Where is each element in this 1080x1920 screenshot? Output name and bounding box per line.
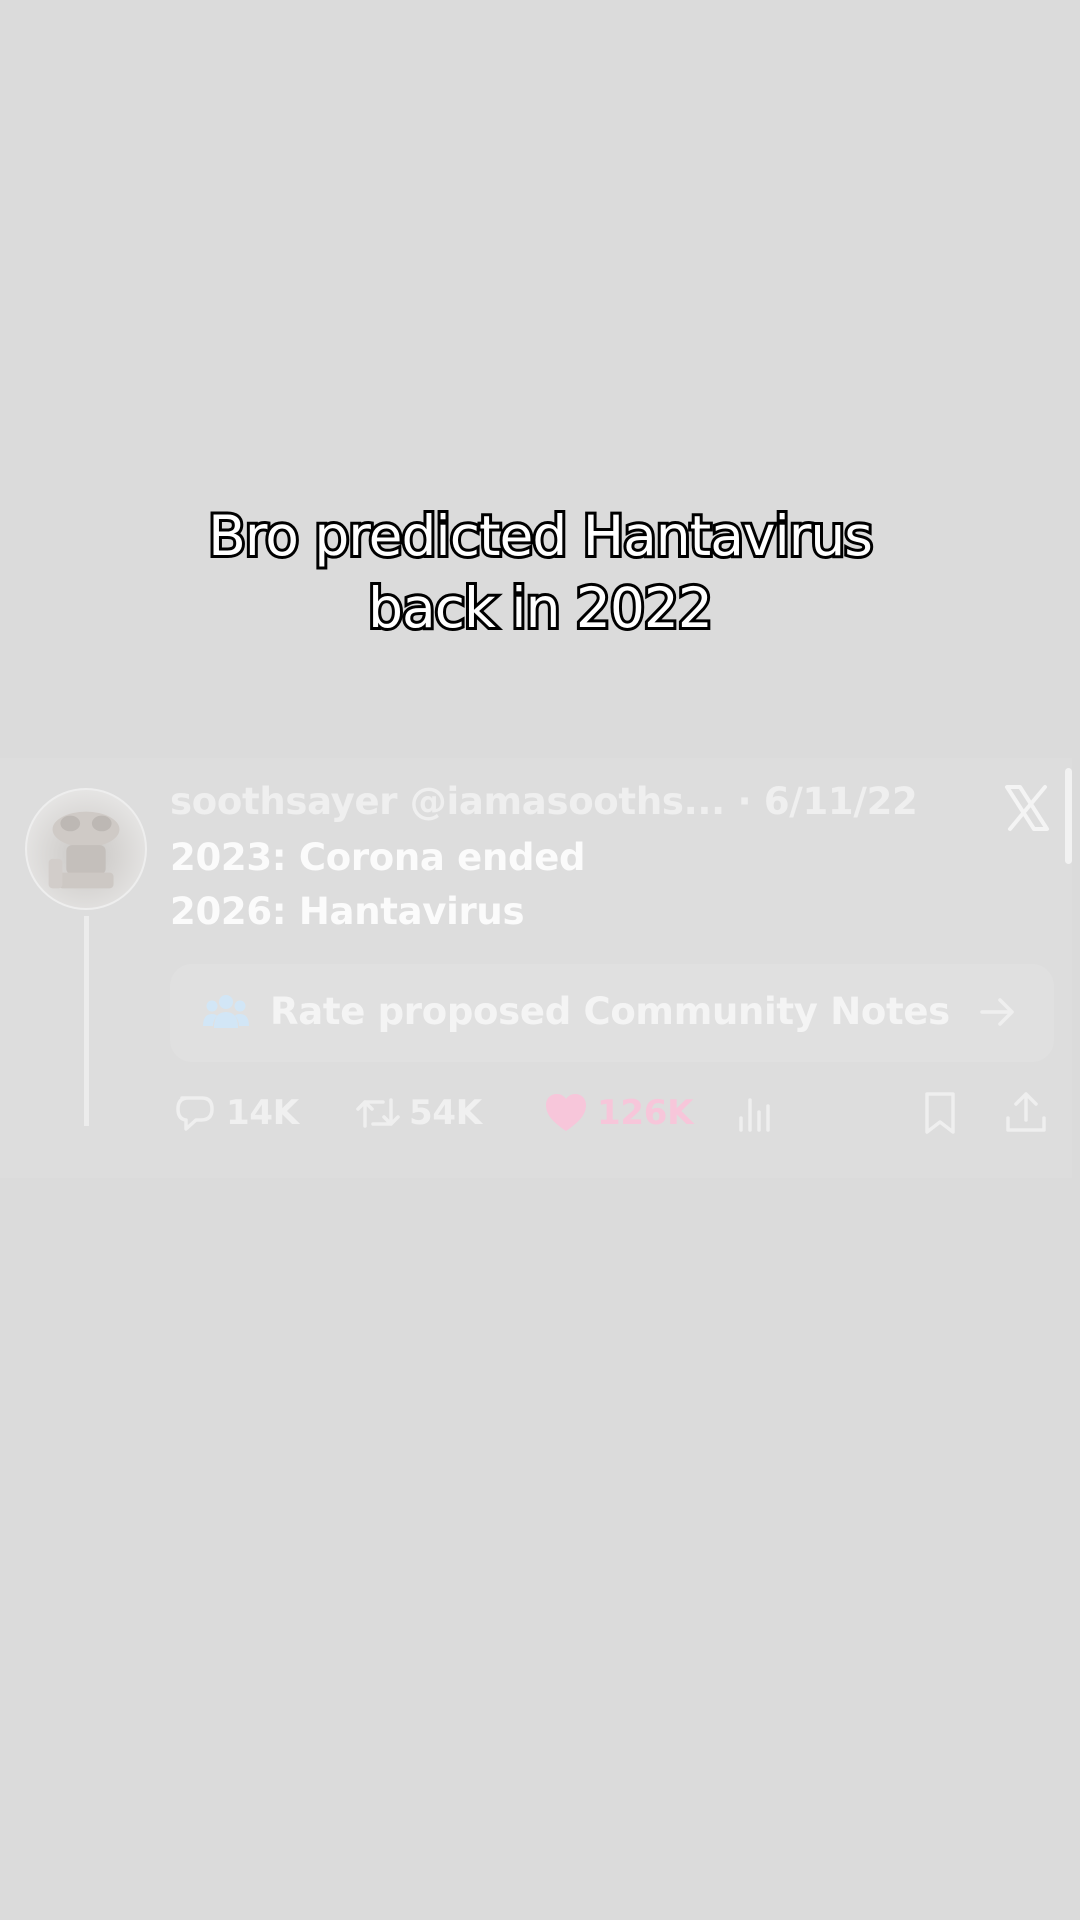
share-icon [1006,1092,1046,1132]
community-notes-button[interactable]: Rate proposed Community Notes [170,964,1054,1062]
caption-line-2: back in 2022 [365,573,716,643]
tweet-date[interactable]: 6/11/22 [764,780,918,823]
reply-button[interactable]: 14K [172,1088,299,1138]
retweet-count: 54K [409,1093,482,1133]
tweet-text-line-2: 2026: Hantavirus [170,890,525,933]
arrow-right-icon [980,998,1014,1026]
reply-count: 14K [226,1093,299,1133]
tweet-text-line-1: 2023: Corona ended [170,836,586,879]
handle[interactable]: @iamasooths... [410,780,725,823]
tweet-card[interactable]: soothsayer @iamasooths... · 6/11/22 2023… [0,758,1080,1188]
avatar-image [48,811,120,889]
date-separator: · [737,780,752,823]
views-button[interactable] [733,1088,779,1138]
bookmark-icon [925,1092,955,1134]
like-button[interactable]: 126K [543,1088,693,1138]
caption-line-1: Bro predicted Hantavirus [205,501,876,571]
bookmark-button[interactable] [917,1088,963,1138]
avatar[interactable] [25,788,147,910]
heart-icon [546,1094,586,1131]
reply-icon [176,1096,214,1131]
like-count: 126K [597,1093,694,1133]
caption-overlay: Bro predicted Hantavirus back in 2022 [0,500,1080,644]
display-name[interactable]: soothsayer [170,780,398,823]
scrollbar[interactable] [1065,768,1072,864]
retweet-button[interactable]: 54K [355,1088,482,1138]
thread-line [84,916,89,1126]
people-icon [203,995,249,1028]
share-button[interactable] [1003,1088,1049,1138]
views-icon [739,1098,770,1132]
x-logo-icon[interactable] [1003,784,1051,832]
community-notes-label: Rate proposed Community Notes [270,990,950,1033]
retweet-icon [356,1098,400,1128]
tweet-header: soothsayer @iamasooths... · 6/11/22 [170,780,918,823]
